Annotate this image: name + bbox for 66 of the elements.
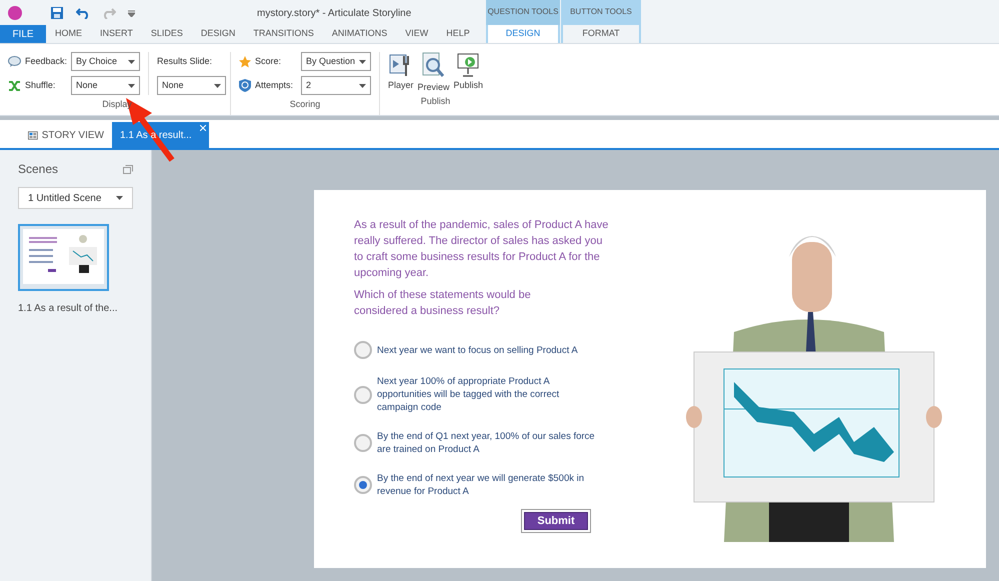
presentation-icon [456,52,480,78]
document-tab[interactable]: STORY VIEW [20,122,112,148]
window-title: mystory.story* - Articulate Storyline [257,6,412,20]
dropdown-caret-icon [359,84,366,88]
redo-icon[interactable] [102,7,116,19]
ribbon-button[interactable]: Preview [418,52,450,95]
panel-title: Scenes [18,161,58,178]
shuffle-icon [8,80,21,92]
close-icon[interactable] [200,125,206,131]
group-label: Scoring [288,98,322,111]
contextual-tab[interactable]: DESIGN [486,25,560,43]
slide-thumbnail[interactable] [18,224,109,291]
grid-view-icon [28,130,38,140]
radio-button[interactable] [354,341,372,359]
restore-icon[interactable] [123,164,133,174]
customize-caret-icon[interactable] [128,10,135,16]
document-tab[interactable]: 1.1 As a result... [112,122,209,148]
ribbon-button[interactable]: Player [388,52,414,95]
ribbon-tab[interactable]: INSERT [91,25,142,43]
score-label: Score: [255,54,282,68]
ribbon-tab[interactable]: HOME [46,25,91,43]
attempts-label: Attempts: [255,78,294,92]
dropdown-caret-icon [128,60,135,64]
group-label: Publish [420,95,452,108]
dropdown-field[interactable]: 2 [301,76,371,95]
app-logo-icon [8,6,22,20]
ribbon-tab[interactable]: VIEW [396,25,438,43]
ribbon-tab[interactable]: HELP [437,25,479,43]
ribbon-tab[interactable]: SLIDES [142,25,192,43]
save-icon[interactable] [50,6,64,20]
file-tab[interactable]: FILE [0,25,46,43]
undo-icon[interactable] [76,7,90,19]
question-text: Which of these statements would be considered a business result? [354,288,532,319]
thumbnail-caption: 1.1 As a result of the... [18,302,119,316]
dropdown-field[interactable]: By Question [301,52,371,71]
submit-button[interactable]: Submit [524,512,588,530]
choice-text: Next year we want to focus on selling Product A [377,344,579,356]
radio-button[interactable] [354,476,372,494]
shuffle-label: Shuffle: [25,78,56,92]
magnifier-icon [420,52,447,80]
dropdown-caret-icon [128,84,135,88]
star-icon [239,56,251,68]
intro-text: As a result of the pandemic, sales of Product A have really suffered. The director of sales has asked you to craft some business results for Product A for the upcoming year. [354,218,609,281]
choice-text: By the end of next year we will generate $500k in revenue for Product A [377,472,586,498]
ribbon-button[interactable]: Publish [454,52,484,95]
radio-button[interactable] [354,434,372,452]
dropdown-field[interactable]: By Choice [71,52,140,71]
dropdown-caret-icon [214,84,221,88]
contextual-tab-group: BUTTON TOOLS [561,0,641,25]
dropdown-caret-icon [359,60,366,64]
contextual-tab-group: QUESTION TOOLS [486,0,560,25]
choice-text: By the end of Q1 next year, 100% of our sales force are trained on Product A [377,430,596,456]
speech-bubble-icon [8,56,21,68]
dropdown-field[interactable]: None [157,76,226,95]
contextual-tab[interactable]: FORMAT [561,25,641,43]
ribbon-tab[interactable]: TRANSITIONS [244,25,323,43]
results-slide-label: Results Slide: [157,54,214,68]
scene-dropdown[interactable]: 1 Untitled Scene [18,187,133,209]
choice-text: Next year 100% of appropriate Product A opportunities will be tagged with the correct campaign code [377,375,560,414]
dropdown-caret-icon [116,196,123,200]
dropdown-field[interactable]: None [71,76,140,95]
ribbon-tab[interactable]: DESIGN [192,25,244,43]
radio-button[interactable] [354,386,372,404]
feedback-label: Feedback: [25,54,67,68]
help-shield-icon [239,79,251,92]
ribbon-tab[interactable]: ANIMATIONS [322,25,396,43]
